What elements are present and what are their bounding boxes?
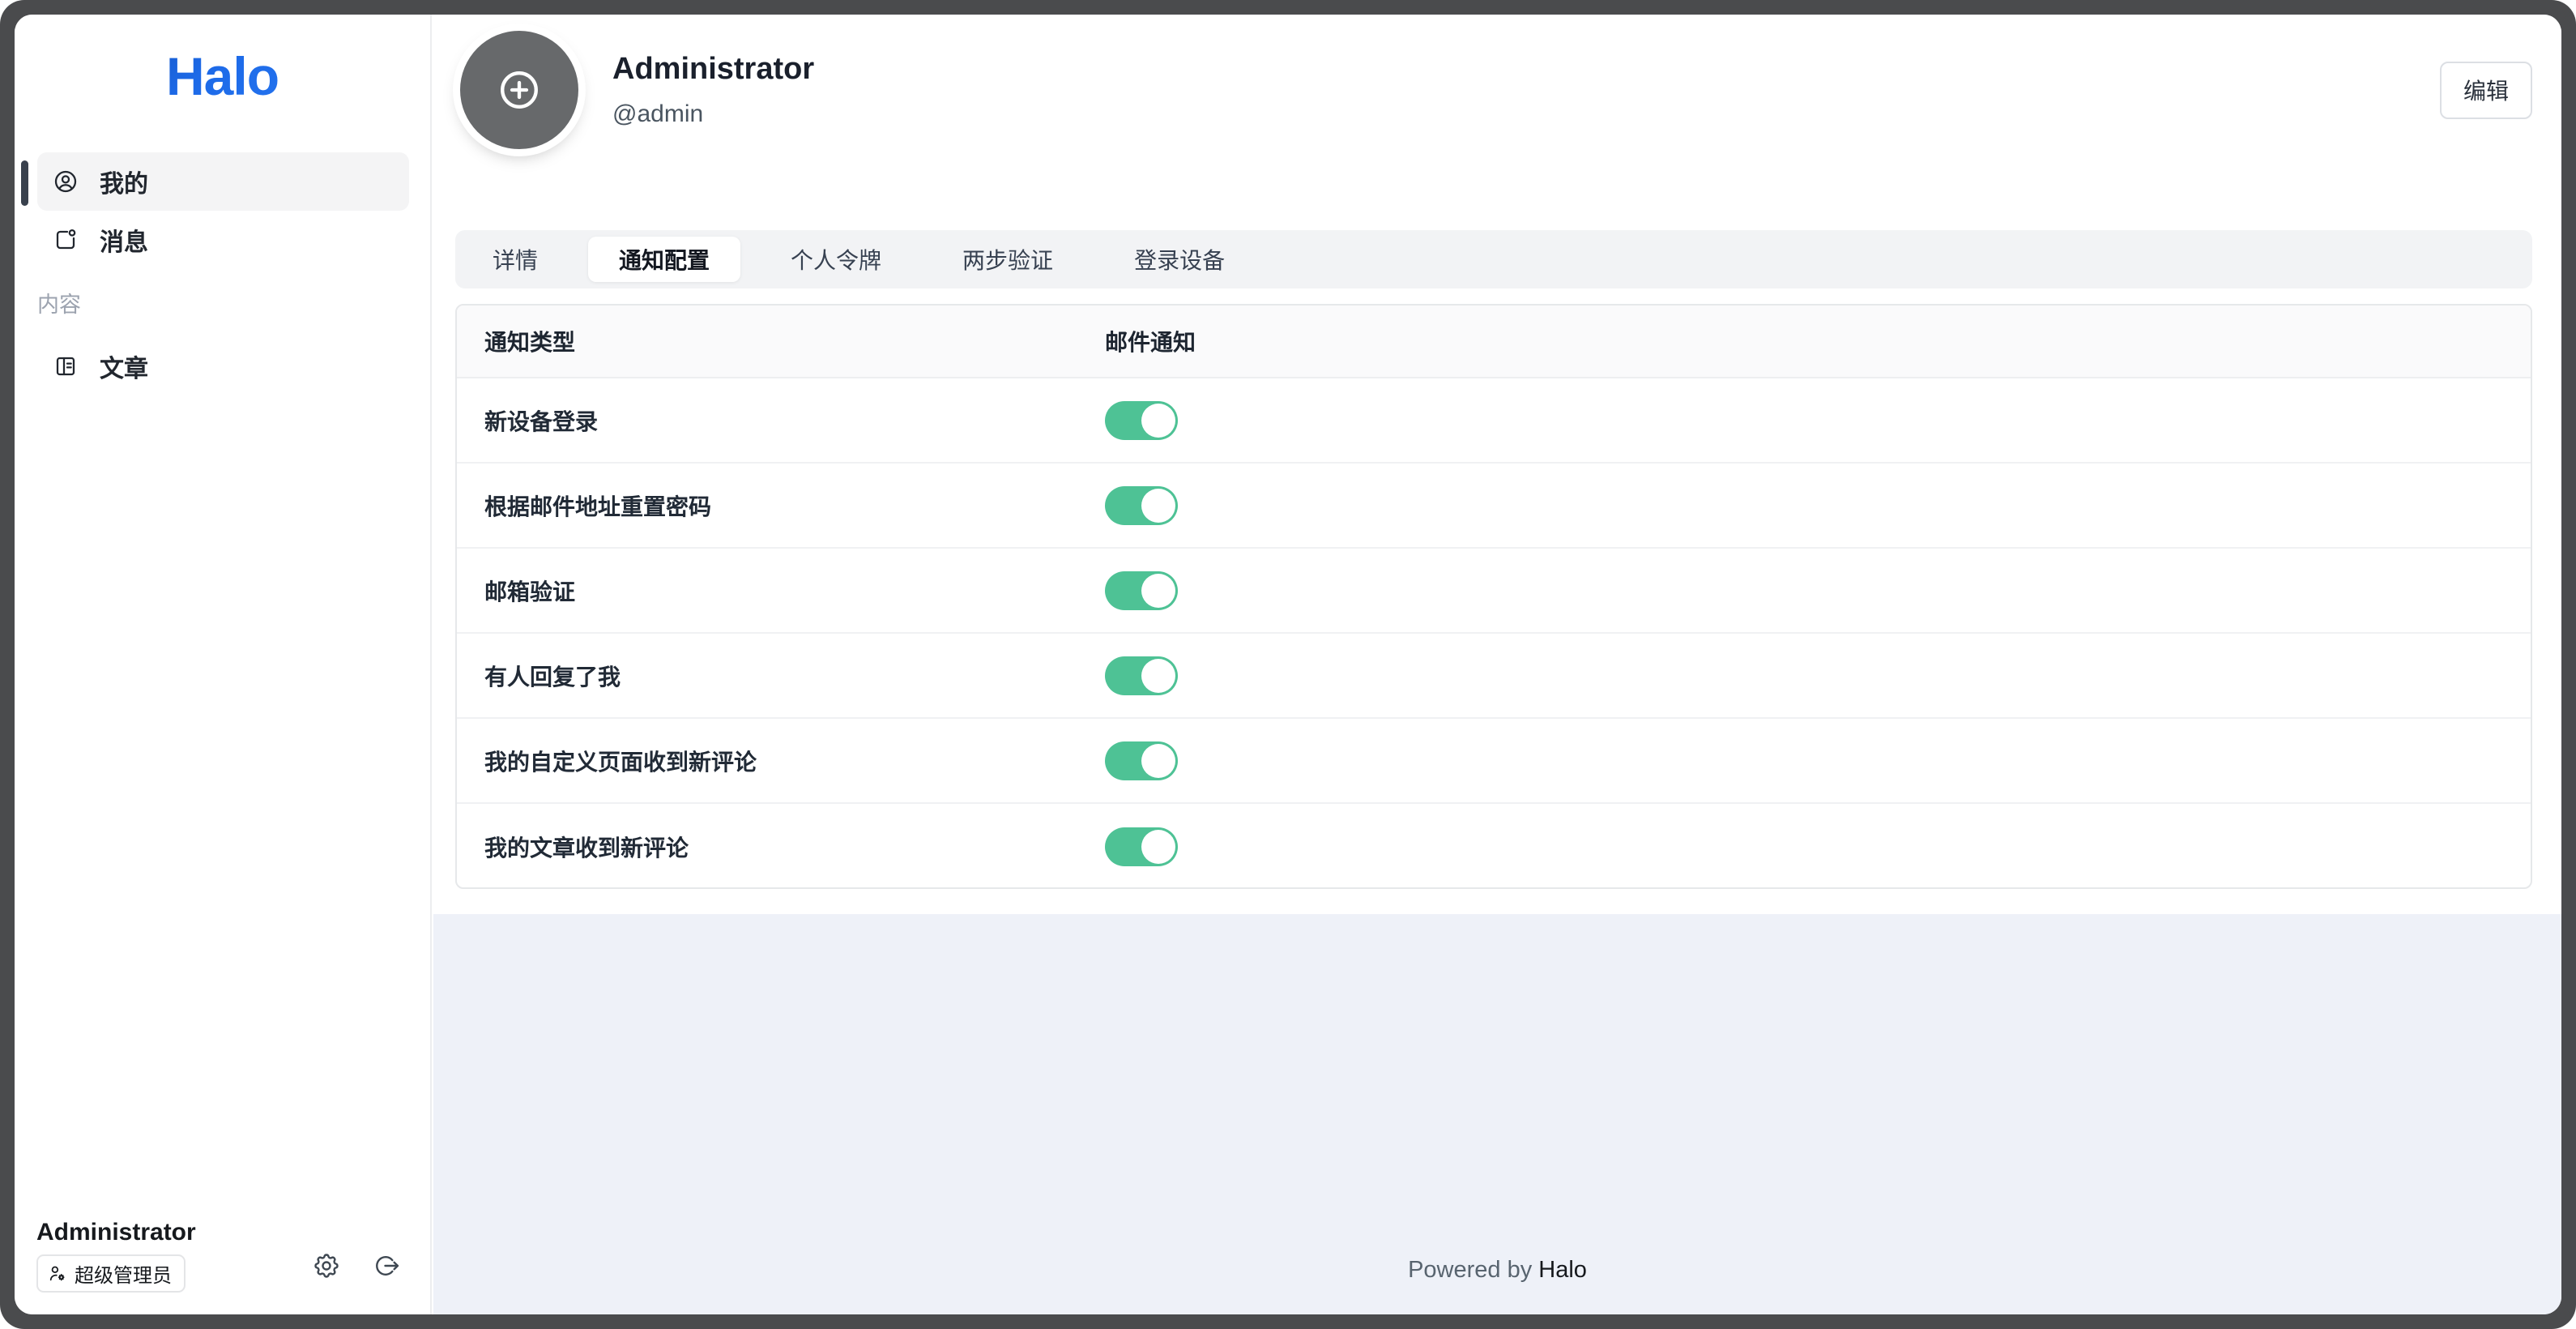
email-toggle[interactable]	[1105, 486, 1178, 525]
email-toggle[interactable]	[1105, 656, 1178, 695]
sidebar-item-label: 我的	[100, 164, 148, 199]
avatar[interactable]	[460, 31, 578, 149]
sidebar-item-articles[interactable]: 文章	[37, 337, 409, 395]
tab-notification-settings[interactable]: 通知配置	[588, 237, 740, 282]
email-toggle[interactable]	[1105, 401, 1178, 440]
table-row: 邮箱验证	[457, 549, 2531, 634]
sidebar-item-label: 消息	[100, 222, 148, 258]
powered-by-brand-link[interactable]: Halo	[1538, 1257, 1587, 1283]
sidebar-footer: Administrator 超级管理员	[36, 1219, 401, 1290]
tab-bar: 详情 通知配置 个人令牌 两步验证 登录设备	[455, 230, 2532, 288]
desktop-background: Halo 我的 消息 内容 文章	[0, 0, 2576, 1329]
role-badge: 超级管理员	[36, 1254, 186, 1293]
main-content: Powered by Halo Administrator @admin 编辑 …	[433, 15, 2561, 1314]
email-toggle[interactable]	[1105, 827, 1178, 866]
toggle-knob	[1141, 574, 1175, 608]
tab-login-devices[interactable]: 登录设备	[1103, 237, 1256, 282]
app-window: Halo 我的 消息 内容 文章	[15, 15, 2561, 1314]
profile-text: Administrator @admin	[612, 52, 814, 128]
user-handle: @admin	[612, 100, 814, 128]
sidebar-nav: 我的 消息 内容 文章	[37, 152, 409, 395]
toggle-knob	[1141, 830, 1175, 864]
logout-icon[interactable]	[372, 1251, 401, 1280]
powered-by-text: Powered by	[1408, 1257, 1532, 1283]
notification-type-label: 邮箱验证	[457, 575, 1105, 607]
toggle-knob	[1141, 659, 1175, 693]
message-notification-icon	[53, 227, 79, 253]
table-row: 我的文章收到新评论	[457, 804, 2531, 889]
notification-type-label: 有人回复了我	[457, 660, 1105, 692]
page-title: Administrator	[612, 52, 814, 87]
table-row: 根据邮件地址重置密码	[457, 464, 2531, 549]
table-header: 通知类型 邮件通知	[457, 306, 2531, 378]
tab-personal-tokens[interactable]: 个人令牌	[760, 237, 912, 282]
notification-table: 通知类型 邮件通知 新设备登录 根据邮件地址重置密码 邮箱验证 有人回复了我 我…	[455, 304, 2532, 889]
gear-icon[interactable]	[312, 1251, 341, 1280]
table-row: 新设备登录	[457, 378, 2531, 464]
email-toggle[interactable]	[1105, 571, 1178, 610]
toggle-knob	[1141, 404, 1175, 438]
sidebar-item-profile[interactable]: 我的	[37, 152, 409, 211]
toggle-knob	[1141, 489, 1175, 523]
plus-circle-icon	[496, 66, 543, 113]
email-toggle[interactable]	[1105, 741, 1178, 780]
current-user-name: Administrator	[36, 1219, 401, 1246]
tab-details[interactable]: 详情	[462, 237, 569, 282]
sidebar-section-content: 内容	[37, 288, 409, 316]
edit-button[interactable]: 编辑	[2440, 62, 2532, 119]
toggle-knob	[1141, 744, 1175, 778]
notification-type-label: 新设备登录	[457, 404, 1105, 437]
column-header-type: 通知类型	[457, 325, 1105, 357]
table-row: 有人回复了我	[457, 634, 2531, 719]
tab-two-factor[interactable]: 两步验证	[932, 237, 1084, 282]
notification-type-label: 根据邮件地址重置密码	[457, 489, 1105, 522]
article-icon	[53, 353, 79, 379]
page-footer-area: Powered by Halo	[433, 914, 2561, 1314]
notification-type-label: 我的文章收到新评论	[457, 831, 1105, 863]
user-circle-icon	[53, 169, 79, 194]
sidebar-item-messages[interactable]: 消息	[37, 211, 409, 269]
table-row: 我的自定义页面收到新评论	[457, 719, 2531, 804]
column-header-email: 邮件通知	[1105, 325, 2531, 357]
sidebar-actions	[312, 1251, 401, 1280]
sidebar: Halo 我的 消息 内容 文章	[15, 15, 432, 1314]
notification-type-label: 我的自定义页面收到新评论	[457, 745, 1105, 777]
powered-by: Powered by Halo	[433, 1257, 2561, 1284]
sidebar-item-label: 文章	[100, 348, 148, 384]
profile-header: Administrator @admin 编辑	[452, 23, 2532, 157]
user-gear-icon	[47, 1263, 67, 1284]
halo-logo[interactable]: Halo	[15, 45, 430, 107]
role-badge-label: 超级管理员	[75, 1259, 172, 1288]
active-item-indicator	[21, 160, 28, 206]
